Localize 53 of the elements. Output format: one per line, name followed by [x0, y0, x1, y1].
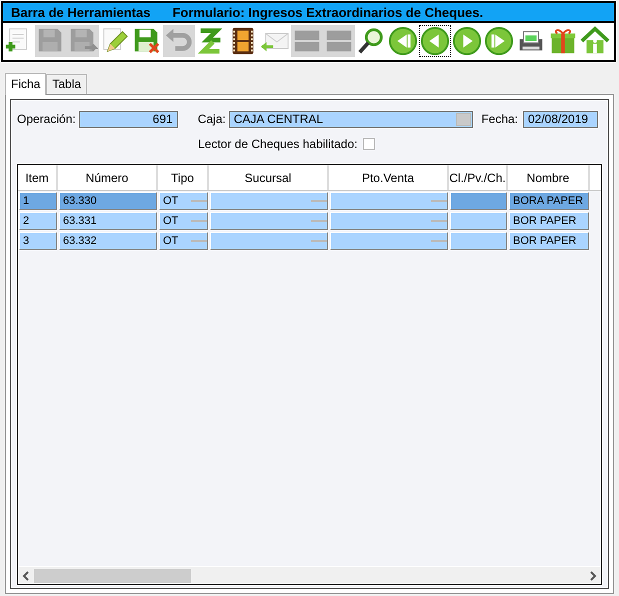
- next-button[interactable]: [451, 25, 483, 57]
- table-cell: 63.332: [59, 232, 157, 250]
- lector-checkbox[interactable]: [363, 138, 376, 150]
- table-cell: BORA PAPER: [509, 192, 589, 210]
- table-cell: 63.330: [59, 192, 157, 210]
- table-cell: [450, 212, 507, 230]
- operacion-field[interactable]: 691: [78, 110, 178, 128]
- caja-dropdown[interactable]: CAJA CENTRAL: [228, 110, 473, 128]
- last-button[interactable]: [483, 25, 515, 57]
- table-cell: 63.331: [59, 212, 157, 230]
- operacion-label: Operación:: [17, 112, 76, 126]
- first-icon: [388, 26, 418, 56]
- tab[interactable]: Ficha: [5, 73, 46, 95]
- column-header: Nombre: [508, 165, 590, 190]
- table-dropdown[interactable]: [330, 212, 448, 230]
- form-title: Formulario: Ingresos Extraordinarios de Cheques.: [172, 4, 484, 20]
- table-dropdown[interactable]: [210, 212, 328, 230]
- column-header: Pto.Venta: [329, 165, 449, 190]
- column-header: Cl./Pv./Ch.: [449, 165, 508, 190]
- first-button[interactable]: [387, 25, 419, 57]
- table-cell: 1: [19, 192, 57, 210]
- tab[interactable]: Tabla: [46, 74, 88, 94]
- table-dropdown[interactable]: [210, 232, 328, 250]
- table-cell: [450, 232, 507, 250]
- next-icon: [452, 26, 482, 56]
- last-icon: [484, 26, 514, 56]
- table-dropdown[interactable]: [330, 232, 448, 250]
- table-cell: 3: [19, 232, 57, 250]
- lector-label: Lector de Cheques habilitado:: [198, 137, 358, 151]
- window-title: Barra de Herramientas: [11, 4, 150, 20]
- table-dropdown[interactable]: [330, 192, 448, 210]
- column-header: Número: [58, 165, 158, 190]
- caja-label: Caja:: [198, 112, 226, 126]
- scroll-left-icon[interactable]: [22, 570, 30, 580]
- column-header: Tipo: [158, 165, 209, 190]
- table-cell: BOR PAPER: [509, 232, 589, 250]
- prev-button[interactable]: [419, 25, 451, 57]
- scroll-right-icon[interactable]: [589, 570, 597, 580]
- column-header: Item: [18, 165, 58, 190]
- table-dropdown[interactable]: OT: [159, 232, 208, 250]
- prev-icon: [420, 26, 450, 56]
- table-cell: 2: [19, 212, 57, 230]
- horizontal-scrollbar[interactable]: [18, 566, 601, 585]
- table-dropdown[interactable]: OT: [159, 212, 208, 230]
- cancel-save-icon: [132, 26, 162, 56]
- fecha-label: Fecha:: [481, 112, 518, 126]
- table-dropdown[interactable]: [210, 192, 328, 210]
- table-cell: BOR PAPER: [509, 212, 589, 230]
- table-dropdown[interactable]: OT: [159, 192, 208, 210]
- fecha-field[interactable]: 02/08/2019: [523, 110, 598, 128]
- gift-icon: [548, 26, 578, 56]
- column-header: Sucursal: [209, 165, 329, 190]
- home-icon: [580, 26, 610, 56]
